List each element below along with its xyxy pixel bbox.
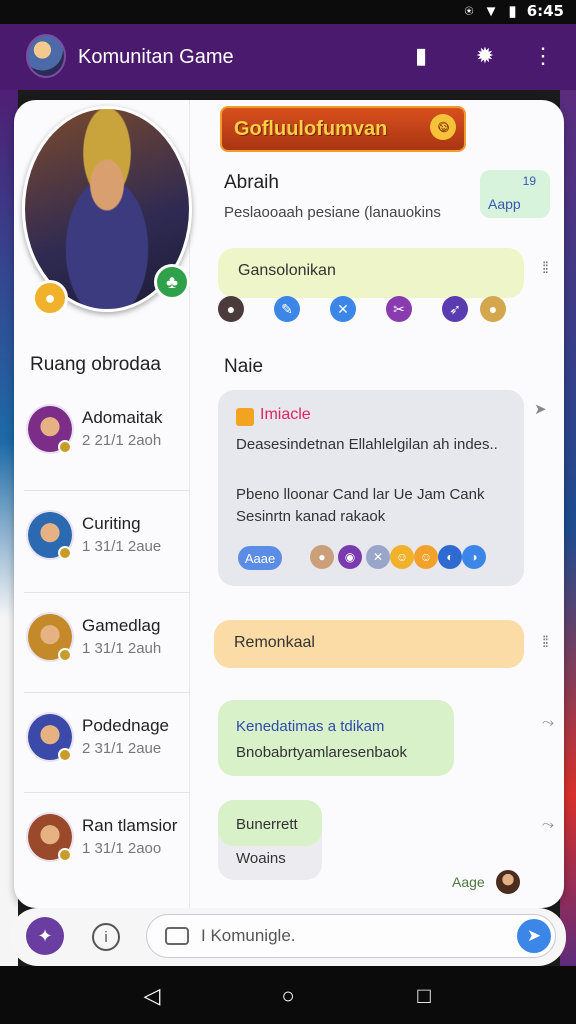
divider [24, 692, 190, 693]
main-card: ● ♣ Ruang obrodaa Adomaitak 2 21/1 2aoh … [14, 100, 564, 908]
emoji-icon[interactable]: ☺ [390, 545, 414, 569]
smile-emoji-icon: ☺ [430, 114, 456, 140]
gear-icon[interactable]: ✹ [470, 41, 500, 71]
system-nav-bar: ◁ ○ □ [0, 966, 576, 1024]
avatar-reaction-icon[interactable]: ● [310, 545, 334, 569]
game-menu-icon[interactable]: ✦ [26, 917, 64, 955]
list-item[interactable]: Ran tlamsior 1 31/1 2aoo [14, 796, 190, 896]
app-pill-count: 19 [522, 174, 536, 188]
divider [24, 490, 190, 491]
list-item[interactable]: Gamedlag 1 31/1 2auh [14, 596, 190, 696]
coin-badge-icon: ● [32, 280, 68, 316]
message-line: Pbeno lloonar Cand lar Ue Jam Cank [236, 486, 485, 503]
message-line: Sesinrtn kanad rakaok [236, 508, 386, 525]
app-bar: Komunitan Game ▮ ✹ ⋮ [0, 24, 576, 90]
message-text: Remonkaal [234, 634, 315, 651]
message-line: Kenedatimas a tdikam [236, 718, 385, 735]
chat-name: Adomaitak [82, 408, 163, 427]
message-line: Woains [236, 850, 286, 867]
chat-name: Curiting [82, 514, 141, 533]
status-time: 6:45 [526, 2, 564, 20]
reaction-icon[interactable]: ◑ [462, 545, 486, 569]
app-button[interactable]: Aaae [238, 546, 282, 570]
chat-name: Podednage [82, 716, 169, 735]
camera-icon[interactable] [165, 927, 189, 945]
status-badge [58, 748, 72, 762]
status-bar: ⍟ ▼ ▮ 6:45 [0, 0, 576, 24]
drag-handle-icon[interactable]: ⁞⁞ [542, 634, 549, 652]
chat-name: Ran tlamsior [82, 816, 178, 835]
message-field[interactable]: ➤ [146, 914, 556, 958]
chat-time: 2 21/1 2aoh [82, 432, 162, 449]
list-item[interactable]: Curiting 1 31/1 2aue [14, 494, 190, 594]
recents-icon[interactable]: □ [410, 982, 438, 1010]
message-input[interactable] [201, 923, 501, 949]
emoji-icon[interactable]: ☺ [414, 545, 438, 569]
list-item[interactable]: Podednage 2 31/1 2aue [14, 696, 190, 796]
status-badge [58, 440, 72, 454]
app-title: Komunitan Game [78, 46, 234, 68]
reaction-icon[interactable]: ◉ [338, 545, 362, 569]
message-bubble[interactable]: Kenedatimas a tdikam Bnobabrtyamlaresenb… [218, 700, 454, 776]
profile-banner: Gofluulofumvan ☺ [220, 106, 466, 152]
avatar[interactable] [496, 870, 520, 894]
reaction-icon[interactable]: ◐ [438, 545, 462, 569]
banner-label: Gofluulofumvan [234, 117, 388, 140]
feed-heading: Naie [224, 356, 264, 377]
app-pill[interactable]: 19 Aapp [480, 170, 550, 218]
home-icon[interactable]: ○ [274, 982, 302, 1010]
chat-section-title: Ruang obrodaa [30, 354, 161, 375]
divider [24, 592, 190, 593]
chat-list-panel: ● ♣ Ruang obrodaa Adomaitak 2 21/1 2aoh … [14, 100, 192, 908]
status-badge [58, 648, 72, 662]
message-text: Gansolonikan [238, 262, 336, 279]
battery-icon: ▮ [508, 3, 517, 20]
list-item[interactable]: Adomaitak 2 21/1 2aoh [14, 388, 190, 488]
drag-handle-icon[interactable]: ⁞⁞ [542, 260, 549, 278]
message-line: Bunerrett [218, 800, 322, 846]
app-label: Aage [452, 874, 485, 890]
message-bubble[interactable]: Remonkaal [214, 620, 524, 668]
about-description: Peslaooaah pesiane (lanauokins [224, 204, 441, 221]
message-card[interactable]: Imiacle Deasesindetnan Ellahlelgilan ah … [218, 390, 524, 586]
online-badge-icon: ♣ [154, 264, 190, 300]
chat-time: 2 31/1 2aue [82, 740, 162, 757]
more-vert-icon[interactable]: ⋮ [528, 41, 558, 71]
chat-time: 1 31/1 2aue [82, 538, 162, 555]
chat-time: 1 31/1 2aoo [82, 840, 162, 857]
chat-name: Gamedlag [82, 616, 161, 635]
pencil-icon[interactable]: ✎ [274, 296, 300, 322]
message-line: Bnobabrtyamlaresenbaok [236, 744, 407, 761]
share-icon[interactable]: ⤳ [542, 816, 554, 833]
avatar-reaction-icon[interactable]: ● [218, 296, 244, 322]
chat-feed-panel: Gofluulofumvan ☺ Abraih Peslaooaah pesia… [190, 100, 564, 908]
status-badge [58, 546, 72, 560]
app-pill-label: Aapp [488, 196, 521, 212]
message-line: Deasesindetnan Ellahlelgilan ah indes.. [236, 436, 498, 453]
share-icon[interactable]: ➤ [534, 400, 547, 418]
flag-icon [236, 408, 254, 426]
message-bubble[interactable]: Gansolonikan [218, 248, 524, 298]
share-icon[interactable]: ⤳ [542, 714, 554, 731]
status-badge [58, 848, 72, 862]
message-composer: ✦ i ➤ [10, 908, 566, 966]
info-icon[interactable]: i [92, 923, 120, 951]
tool-icon[interactable]: ✂ [386, 296, 412, 322]
avatar-reaction-icon[interactable]: ● [480, 296, 506, 322]
leaf-icon[interactable]: ➶ [442, 296, 468, 322]
close-icon[interactable]: ✕ [366, 545, 390, 569]
notification-icon: ⍟ [464, 2, 474, 20]
send-icon[interactable]: ➤ [517, 919, 551, 953]
divider [24, 792, 190, 793]
about-title: Abraih [224, 172, 279, 193]
wifi-icon: ▼ [483, 2, 499, 20]
chat-time: 1 31/1 2auh [82, 640, 162, 657]
book-icon[interactable]: ▮ [406, 41, 436, 71]
back-icon[interactable]: ◁ [138, 982, 166, 1010]
close-icon[interactable]: ✕ [330, 296, 356, 322]
app-avatar[interactable] [26, 34, 66, 78]
message-title: Imiacle [260, 406, 311, 423]
message-bubble[interactable]: Bunerrett Woains [218, 800, 322, 880]
